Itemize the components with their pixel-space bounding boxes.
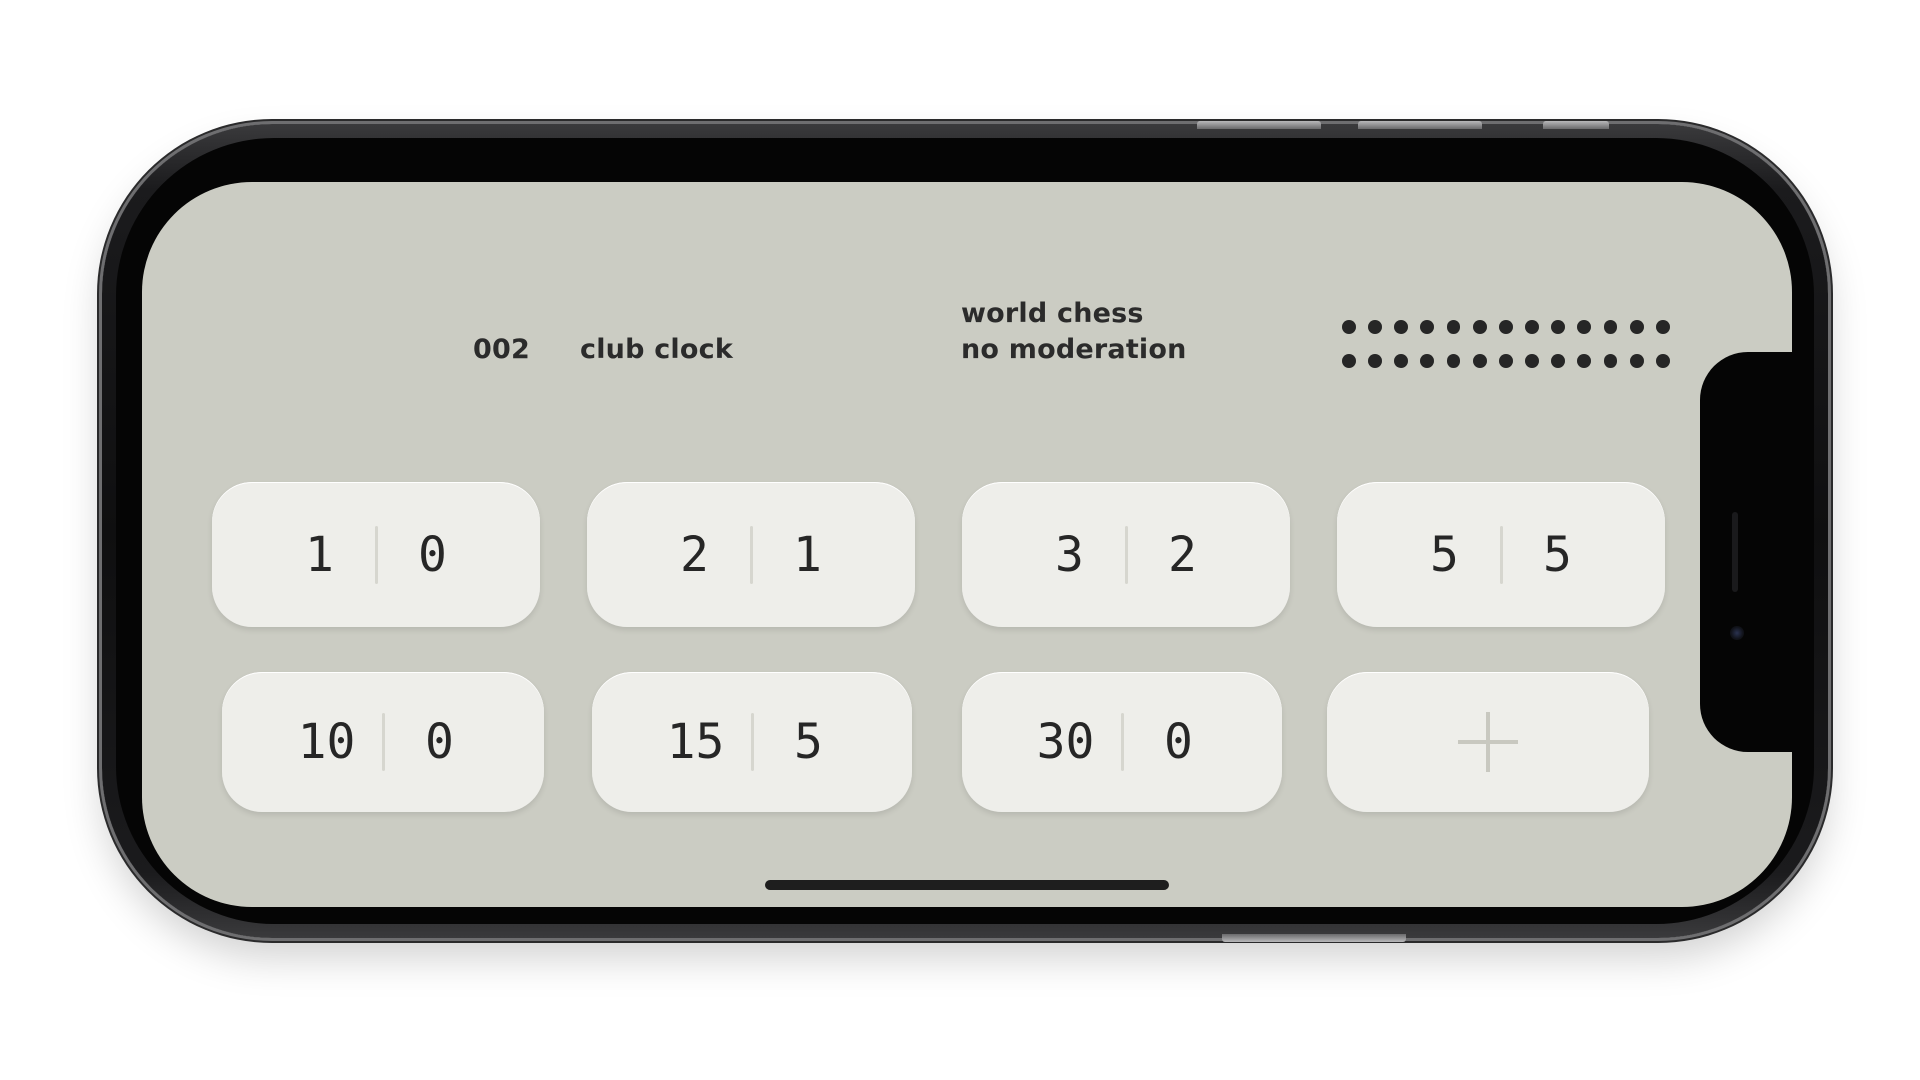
preset-tile-2-1[interactable]: 2 1 [587, 482, 915, 627]
power-button [1222, 934, 1406, 942]
preset-minutes: 2 [680, 526, 709, 583]
mode-label: club clock [580, 334, 733, 365]
speaker-grille [1732, 512, 1738, 592]
dot [1342, 354, 1356, 368]
dot [1446, 354, 1461, 368]
dot-pattern-decoration [1342, 310, 1682, 378]
dot [1603, 354, 1618, 368]
preset-id-label: 002 [473, 334, 530, 365]
plus-icon [1458, 712, 1518, 772]
preset-tile-3-2[interactable]: 3 2 [962, 482, 1290, 627]
preset-minutes: 1 [305, 526, 334, 583]
preset-tile-10-0[interactable]: 10 0 [222, 672, 544, 812]
rule-line-2: no moderation [961, 334, 1187, 365]
preset-increment: 5 [1543, 526, 1572, 583]
mute-switch [1543, 121, 1609, 129]
preset-increment: 1 [793, 526, 822, 583]
dot [1629, 354, 1644, 368]
home-indicator[interactable] [765, 880, 1169, 890]
preset-tile-1-0[interactable]: 1 0 [212, 482, 540, 627]
preset-tile-15-5[interactable]: 15 5 [592, 672, 912, 812]
dot [1525, 320, 1539, 334]
preset-minutes: 30 [1036, 714, 1095, 770]
app-screen: 002 club clock world chess no moderation… [142, 182, 1792, 907]
volume-down-button [1358, 121, 1482, 129]
preset-increment: 5 [794, 714, 823, 770]
dot [1498, 354, 1513, 368]
preset-minutes: 5 [1430, 526, 1459, 583]
front-camera [1730, 626, 1744, 640]
dot-row [1342, 310, 1682, 344]
dot [1655, 320, 1670, 334]
dot [1629, 320, 1644, 334]
dot-row [1342, 344, 1682, 378]
volume-up-button [1197, 121, 1321, 129]
dot [1368, 354, 1383, 368]
preset-minutes: 15 [666, 714, 725, 770]
dot [1368, 320, 1383, 334]
device-frame: 002 club clock world chess no moderation… [0, 0, 1920, 1080]
dot [1446, 320, 1461, 334]
add-preset-button[interactable] [1327, 672, 1649, 812]
preset-tile-30-0[interactable]: 30 0 [962, 672, 1282, 812]
preset-increment: 2 [1168, 526, 1197, 583]
dot [1577, 354, 1592, 368]
dot [1525, 354, 1539, 368]
preset-increment: 0 [425, 714, 454, 770]
dot [1472, 320, 1487, 334]
preset-increment: 0 [1164, 714, 1193, 770]
dot [1342, 320, 1356, 334]
preset-minutes: 10 [297, 714, 356, 770]
dot [1394, 320, 1409, 334]
dot [1655, 354, 1670, 368]
dot [1551, 320, 1566, 334]
preset-increment: 0 [418, 526, 447, 583]
dot [1472, 354, 1487, 368]
dot [1420, 320, 1435, 334]
preset-minutes: 3 [1055, 526, 1084, 583]
dot [1498, 320, 1513, 334]
dot [1577, 320, 1592, 334]
notch [1700, 352, 1792, 752]
preset-tile-5-5[interactable]: 5 5 [1337, 482, 1665, 627]
rule-line-1: world chess [961, 298, 1144, 329]
dot [1551, 354, 1566, 368]
dot [1603, 320, 1618, 334]
dot [1394, 354, 1409, 368]
dot [1420, 354, 1435, 368]
